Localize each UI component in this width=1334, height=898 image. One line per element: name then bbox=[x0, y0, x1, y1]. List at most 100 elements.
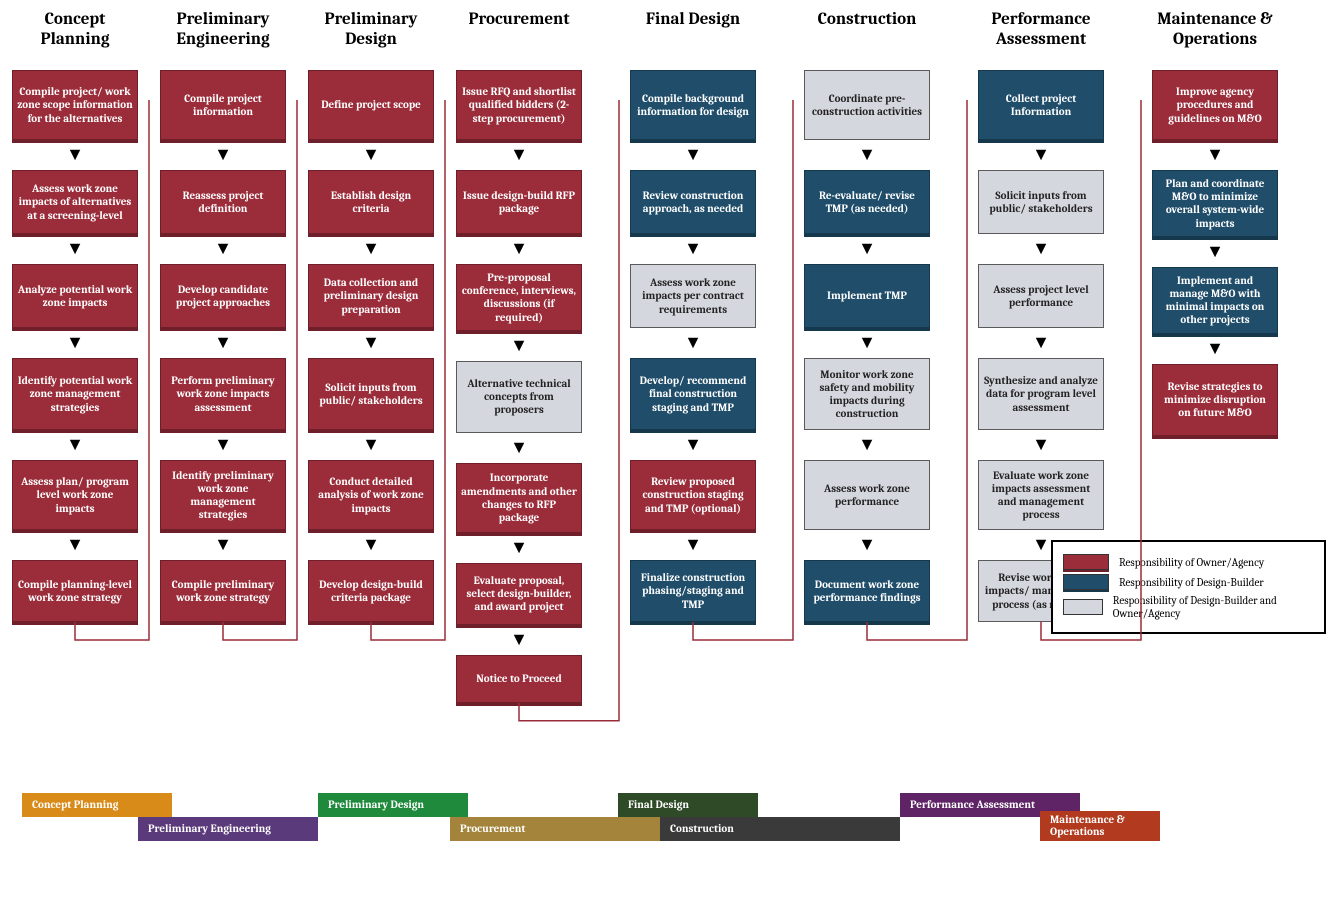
down-arrow-icon: ▼ bbox=[858, 536, 876, 554]
down-arrow-icon: ▼ bbox=[510, 631, 528, 649]
down-arrow-icon: ▼ bbox=[684, 240, 702, 258]
column-header: Procurement bbox=[468, 10, 569, 64]
process-box: Review construction approach, as needed bbox=[630, 170, 756, 234]
process-box: Re-evaluate/ revise TMP (as needed) bbox=[804, 170, 930, 234]
down-arrow-icon: ▼ bbox=[362, 146, 380, 164]
process-box: Assess plan/ program level work zone imp… bbox=[12, 460, 138, 530]
column-header: Maintenance & Operations bbox=[1150, 10, 1280, 64]
down-arrow-icon: ▼ bbox=[510, 240, 528, 258]
legend: Responsibility of Owner/Agency Responsibi… bbox=[1051, 540, 1326, 634]
legend-row: Responsibility of Owner/Agency bbox=[1063, 554, 1314, 570]
process-box: Conduct detailed analysis of work zone i… bbox=[308, 460, 434, 530]
down-arrow-icon: ▼ bbox=[214, 436, 232, 454]
down-arrow-icon: ▼ bbox=[1206, 340, 1224, 358]
down-arrow-icon: ▼ bbox=[1032, 436, 1050, 454]
column-2: Preliminary Design Define project scope ▼ E… bbox=[306, 10, 436, 622]
process-box: Define project scope bbox=[308, 70, 434, 140]
process-box: Reassess project definition bbox=[160, 170, 286, 234]
process-box: Plan and coordinate M&O to minimize over… bbox=[1152, 170, 1278, 237]
column-header: Concept Planning bbox=[10, 10, 140, 64]
down-arrow-icon: ▼ bbox=[858, 334, 876, 352]
column-4: Final Design Compile background informati… bbox=[628, 10, 758, 622]
process-box: Evaluate proposal, select design-builder… bbox=[456, 563, 582, 625]
process-box: Compile preliminary work zone strategy bbox=[160, 560, 286, 622]
process-box: Develop/ recommend final construction st… bbox=[630, 358, 756, 430]
phase-label: Concept Planning bbox=[22, 793, 172, 817]
process-box: Data collection and preliminary design p… bbox=[308, 264, 434, 328]
down-arrow-icon: ▼ bbox=[1032, 536, 1050, 554]
process-box: Compile background information for desig… bbox=[630, 70, 756, 140]
down-arrow-icon: ▼ bbox=[684, 536, 702, 554]
process-box: Establish design criteria bbox=[308, 170, 434, 234]
process-box: Document work zone performance findings bbox=[804, 560, 930, 622]
process-box: Compile project/ work zone scope informa… bbox=[12, 70, 138, 140]
legend-label: Responsibility of Owner/Agency bbox=[1119, 556, 1264, 569]
down-arrow-icon: ▼ bbox=[858, 240, 876, 258]
down-arrow-icon: ▼ bbox=[510, 539, 528, 557]
process-box: Review proposed construction staging and… bbox=[630, 460, 756, 530]
legend-label: Responsibility of Design-Builder and Own… bbox=[1113, 594, 1314, 620]
down-arrow-icon: ▼ bbox=[66, 240, 84, 258]
process-box: Compile planning-level work zone strateg… bbox=[12, 560, 138, 622]
down-arrow-icon: ▼ bbox=[1032, 334, 1050, 352]
legend-row: Responsibility of Design-Builder and Own… bbox=[1063, 594, 1314, 620]
phase-label: Preliminary Design bbox=[318, 793, 468, 817]
process-box: Synthesize and analyze data for program … bbox=[978, 358, 1104, 430]
down-arrow-icon: ▼ bbox=[66, 334, 84, 352]
process-box: Improve agency procedures and guidelines… bbox=[1152, 70, 1278, 140]
down-arrow-icon: ▼ bbox=[858, 146, 876, 164]
down-arrow-icon: ▼ bbox=[362, 436, 380, 454]
phase-label: Final Design bbox=[618, 793, 758, 817]
down-arrow-icon: ▼ bbox=[214, 146, 232, 164]
down-arrow-icon: ▼ bbox=[66, 436, 84, 454]
phase-label: Maintenance & Operations bbox=[1040, 811, 1160, 841]
column-6: Performance AssessmentCollect project In… bbox=[976, 10, 1106, 622]
legend-label: Responsibility of Design-Builder bbox=[1119, 576, 1264, 589]
process-box: Monitor work zone safety and mobility im… bbox=[804, 358, 930, 430]
legend-row: Responsibility of Design-Builder bbox=[1063, 574, 1314, 590]
process-box: Alternative technical concepts from prop… bbox=[456, 361, 582, 433]
column-7: Maintenance & Operations Improve agency p… bbox=[1150, 10, 1280, 436]
legend-swatch bbox=[1063, 554, 1109, 570]
down-arrow-icon: ▼ bbox=[510, 439, 528, 457]
down-arrow-icon: ▼ bbox=[684, 334, 702, 352]
process-box: Identify potential work zone management … bbox=[12, 358, 138, 430]
process-box: Assess project level performance bbox=[978, 264, 1104, 328]
column-0: Concept Planning Compile project/ work zo… bbox=[10, 10, 140, 622]
legend-swatch bbox=[1063, 574, 1109, 590]
down-arrow-icon: ▼ bbox=[1032, 240, 1050, 258]
column-header: Preliminary Design bbox=[306, 10, 436, 64]
process-box: Perform preliminary work zone impacts as… bbox=[160, 358, 286, 430]
down-arrow-icon: ▼ bbox=[684, 146, 702, 164]
process-box: Assess work zone impacts per contract re… bbox=[630, 264, 756, 328]
phase-label: Construction bbox=[660, 817, 900, 841]
process-box: Analyze potential work zone impacts bbox=[12, 264, 138, 328]
down-arrow-icon: ▼ bbox=[214, 334, 232, 352]
process-box: Notice to Proceed bbox=[456, 655, 582, 703]
process-box: Solicit inputs from public/ stakeholders bbox=[308, 358, 434, 430]
down-arrow-icon: ▼ bbox=[1032, 146, 1050, 164]
down-arrow-icon: ▼ bbox=[510, 337, 528, 355]
process-box: Coordinate pre-construction activities bbox=[804, 70, 930, 140]
down-arrow-icon: ▼ bbox=[66, 146, 84, 164]
column-header: Final Design bbox=[646, 10, 740, 64]
column-header: Performance Assessment bbox=[976, 10, 1106, 64]
process-box: Identify preliminary work zone managemen… bbox=[160, 460, 286, 530]
down-arrow-icon: ▼ bbox=[362, 536, 380, 554]
process-box: Implement TMP bbox=[804, 264, 930, 328]
process-box: Incorporate amendments and other changes… bbox=[456, 463, 582, 533]
process-box: Revise strategies to minimize disruption… bbox=[1152, 364, 1278, 436]
down-arrow-icon: ▼ bbox=[858, 436, 876, 454]
process-box: Develop candidate project approaches bbox=[160, 264, 286, 328]
process-box: Assess work zone impacts of alternatives… bbox=[12, 170, 138, 234]
process-box: Finalize construction phasing/staging an… bbox=[630, 560, 756, 622]
process-box: Develop design-build criteria package bbox=[308, 560, 434, 622]
process-box: Compile project information bbox=[160, 70, 286, 140]
down-arrow-icon: ▼ bbox=[684, 436, 702, 454]
down-arrow-icon: ▼ bbox=[1206, 146, 1224, 164]
phase-label: Procurement bbox=[450, 817, 660, 841]
process-box: Issue design-build RFP package bbox=[456, 170, 582, 234]
down-arrow-icon: ▼ bbox=[1206, 243, 1224, 261]
process-box: Solicit inputs from public/ stakeholders bbox=[978, 170, 1104, 234]
process-box: Implement and manage M&O with minimal im… bbox=[1152, 267, 1278, 334]
